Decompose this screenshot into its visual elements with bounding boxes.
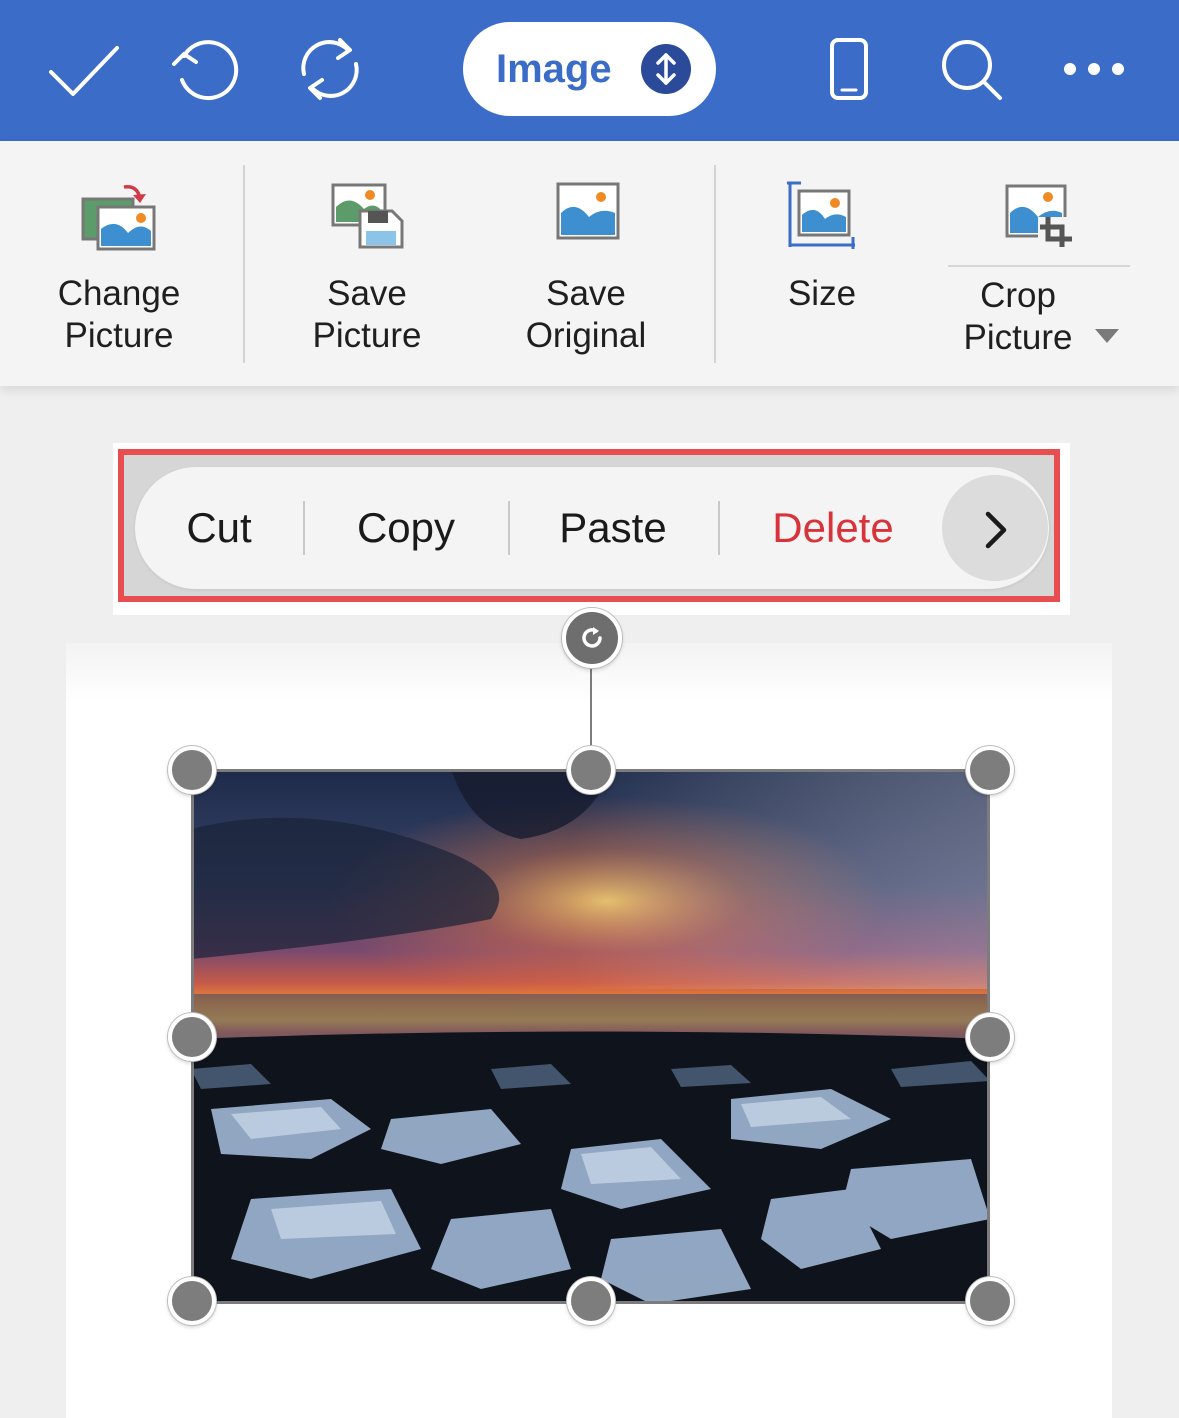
chevron-right-icon [985, 511, 1007, 549]
size-icon [787, 181, 857, 256]
crop-picture-icon [1004, 183, 1076, 252]
save-picture-button[interactable]: Save Picture [258, 141, 476, 386]
change-picture-icon [80, 181, 158, 256]
resize-handle-bottom-left[interactable] [168, 1277, 216, 1325]
crop-picture-button[interactable]: Crop Picture [930, 141, 1106, 386]
crop-picture-label: Crop Picture [963, 276, 1073, 357]
menu-divider [303, 501, 305, 555]
crop-split-divider [948, 265, 1130, 267]
rotate-handle[interactable] [562, 608, 622, 668]
up-down-arrows-icon [641, 44, 691, 94]
more-options-button[interactable] [942, 475, 1048, 581]
resize-handle-top-left[interactable] [168, 746, 216, 794]
delete-button[interactable]: Delete [740, 467, 926, 589]
cut-button[interactable]: Cut [160, 467, 278, 589]
resize-handle-bottom[interactable] [567, 1277, 615, 1325]
rotate-icon [582, 627, 602, 648]
phone-view-icon[interactable] [830, 38, 868, 100]
sync-icon[interactable] [292, 34, 368, 104]
save-original-label: Save Original [525, 274, 647, 355]
resize-handle-top-right[interactable] [966, 746, 1014, 794]
resize-handle-right[interactable] [966, 1013, 1014, 1061]
save-original-icon [555, 181, 621, 248]
save-picture-icon [330, 181, 406, 256]
selected-picture[interactable] [191, 769, 990, 1304]
caret-down-icon[interactable] [1095, 329, 1119, 343]
size-label: Size [787, 274, 857, 313]
mode-switcher[interactable]: Image [463, 22, 716, 116]
resize-handle-top[interactable] [567, 746, 615, 794]
paste-button[interactable]: Paste [526, 467, 700, 589]
save-original-button[interactable]: Save Original [480, 141, 692, 386]
copy-button[interactable]: Copy [320, 467, 492, 589]
search-icon[interactable] [940, 38, 1004, 102]
resize-handle-bottom-right[interactable] [966, 1277, 1014, 1325]
mode-label: Image [496, 47, 612, 91]
menu-divider [508, 501, 510, 555]
size-button[interactable]: Size [730, 141, 914, 386]
sunset-ice-beach-image [191, 769, 990, 1304]
picture-ribbon: Change Picture Save Picture Save Origina… [0, 141, 1179, 386]
checkmark-icon[interactable] [48, 44, 120, 98]
menu-divider [718, 501, 720, 555]
change-picture-button[interactable]: Change Picture [0, 141, 238, 386]
more-icon[interactable] [1062, 60, 1126, 78]
resize-handle-left[interactable] [168, 1013, 216, 1061]
save-picture-label: Save Picture [312, 274, 422, 355]
undo-icon[interactable] [170, 36, 244, 102]
change-picture-label: Change Picture [57, 274, 181, 355]
ribbon-divider [714, 165, 716, 363]
top-toolbar: Image [0, 0, 1179, 141]
ribbon-divider [243, 165, 245, 363]
